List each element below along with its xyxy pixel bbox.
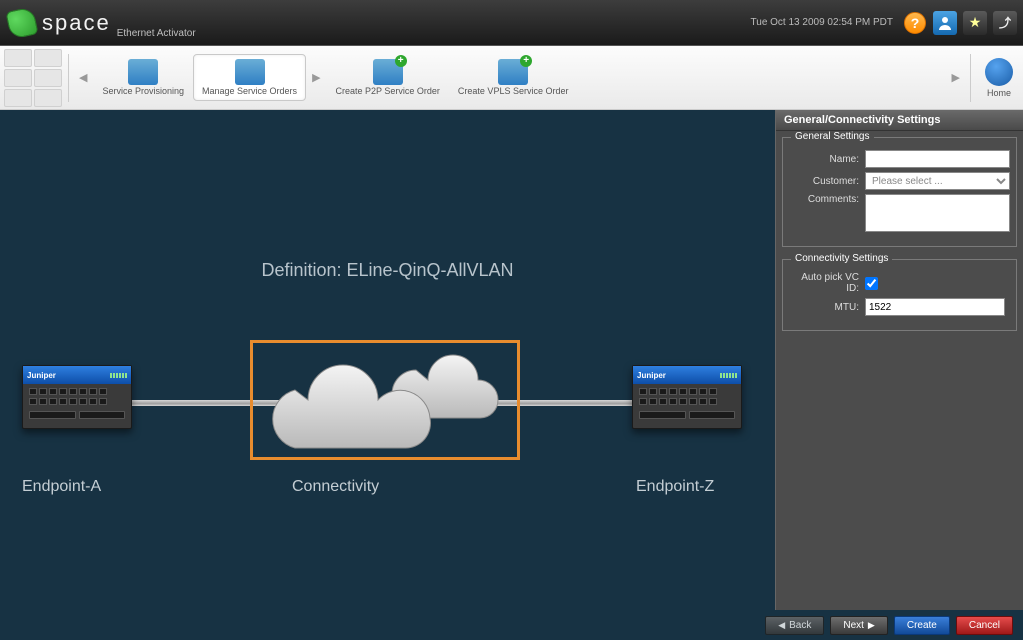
exit-button[interactable]: ⤴	[993, 11, 1017, 35]
endpoint-a-device[interactable]: Juniper	[22, 365, 132, 429]
back-button[interactable]: ◀Back	[765, 616, 824, 635]
manage-service-orders-button[interactable]: Manage Service Orders	[193, 54, 306, 102]
endpoint-z-label: Endpoint-Z	[636, 478, 714, 496]
mini-icon[interactable]	[34, 49, 62, 67]
app-subtitle: Ethernet Activator	[117, 28, 196, 39]
endpoint-a-label: Endpoint-A	[22, 478, 101, 496]
toolbar-mini-icons	[0, 45, 64, 111]
settings-panel: General/Connectivity Settings General Se…	[775, 110, 1023, 610]
settings-panel-title: General/Connectivity Settings	[776, 110, 1023, 131]
endpoint-z-device[interactable]: Juniper	[632, 365, 742, 429]
toolbar-label: Home	[987, 88, 1011, 98]
general-settings-fieldset: General Settings Name: Customer: Please …	[782, 137, 1017, 247]
help-icon: ?	[904, 12, 926, 34]
connectivity-cloud-icon	[268, 340, 508, 460]
toolbar-label: Create P2P Service Order	[336, 87, 440, 97]
create-vpls-icon	[498, 59, 528, 85]
toolbar-scroll-right[interactable]: ▶	[946, 71, 966, 84]
home-icon	[985, 58, 1013, 86]
toolbar-separator	[970, 54, 971, 102]
customer-label: Customer:	[789, 176, 865, 187]
mini-icon[interactable]	[4, 69, 32, 87]
connectivity-settings-legend: Connectivity Settings	[791, 253, 892, 264]
connectivity-settings-fieldset: Connectivity Settings Auto pick VC ID: M…	[782, 259, 1017, 331]
device-brand: Juniper	[637, 371, 666, 380]
name-label: Name:	[789, 154, 865, 165]
manage-service-orders-icon	[235, 59, 265, 85]
device-brand: Juniper	[27, 371, 56, 380]
help-button[interactable]: ?	[903, 11, 927, 35]
mini-icon[interactable]	[34, 89, 62, 107]
toolbar-scroll-left[interactable]: ◀	[73, 71, 93, 84]
autopick-label: Auto pick VC ID:	[789, 272, 865, 294]
timestamp: Tue Oct 13 2009 02:54 PM PDT	[751, 17, 893, 28]
app-logo-icon	[5, 6, 38, 39]
app-header: space Ethernet Activator Tue Oct 13 2009…	[0, 0, 1023, 46]
chevron-right-icon: ▶	[868, 620, 875, 631]
mini-icon[interactable]	[4, 49, 32, 67]
create-button[interactable]: Create	[894, 616, 950, 635]
comments-textarea[interactable]	[865, 194, 1010, 232]
mtu-label: MTU:	[789, 302, 865, 313]
toolbar-breadcrumb-arrow: ▶	[306, 71, 326, 84]
service-provisioning-icon	[128, 59, 158, 85]
settings-button[interactable]: ★	[963, 11, 987, 35]
autopick-checkbox[interactable]	[865, 277, 878, 290]
user-icon	[937, 15, 953, 31]
chevron-left-icon: ◀	[778, 620, 785, 631]
home-button[interactable]: Home	[975, 54, 1023, 102]
customer-select[interactable]: Please select ...	[865, 172, 1010, 190]
cancel-button[interactable]: Cancel	[956, 616, 1013, 635]
app-title: space	[42, 10, 111, 36]
create-vpls-button[interactable]: Create VPLS Service Order	[449, 54, 578, 102]
comments-label: Comments:	[789, 194, 865, 205]
service-provisioning-button[interactable]: Service Provisioning	[93, 54, 193, 102]
toolbar-label: Manage Service Orders	[202, 87, 297, 97]
name-input[interactable]	[865, 150, 1010, 168]
create-p2p-icon	[373, 59, 403, 85]
general-settings-legend: General Settings	[791, 131, 874, 142]
connectivity-label: Connectivity	[292, 478, 379, 496]
create-p2p-button[interactable]: Create P2P Service Order	[327, 54, 449, 102]
next-button[interactable]: Next▶	[830, 616, 887, 635]
mini-icon[interactable]	[34, 69, 62, 87]
mini-icon[interactable]	[4, 89, 32, 107]
toolbar: ◀ Service Provisioning Manage Service Or…	[0, 46, 1023, 110]
toolbar-label: Service Provisioning	[102, 87, 184, 97]
mtu-input[interactable]	[865, 298, 1005, 316]
toolbar-separator	[68, 54, 69, 102]
wizard-button-bar: ◀Back Next▶ Create Cancel	[0, 610, 1023, 640]
topology-canvas[interactable]: Definition: ELine-QinQ-AllVLAN Juniper E…	[0, 110, 775, 610]
toolbar-label: Create VPLS Service Order	[458, 87, 569, 97]
definition-label: Definition: ELine-QinQ-AllVLAN	[261, 260, 513, 281]
user-button[interactable]	[933, 11, 957, 35]
